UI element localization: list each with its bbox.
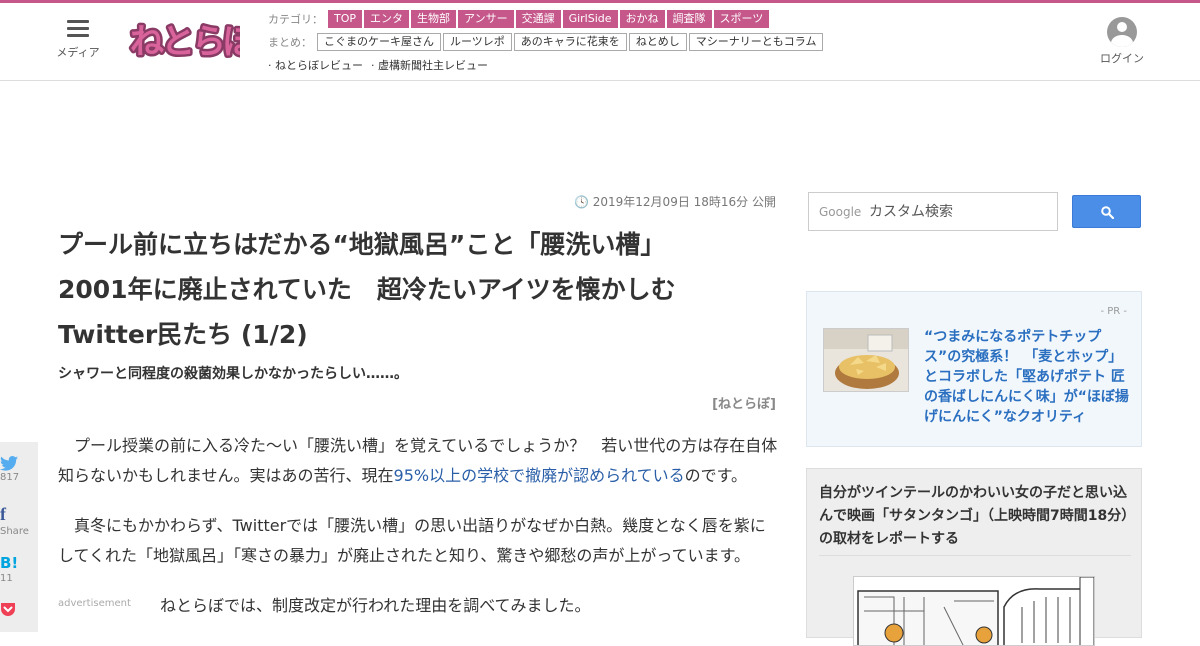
svg-text:ねとらぼ: ねとらぼ: [130, 22, 240, 62]
category-tab-4[interactable]: 交通課: [515, 10, 561, 28]
matome-link-3[interactable]: ねとめし: [628, 33, 687, 51]
advertisement-label: advertisement: [58, 598, 131, 609]
review-nav: · ねとらぼレビュー · 虚構新聞社主レビュー: [268, 57, 496, 73]
manga-thumbnail-image: [853, 576, 1095, 646]
media-menu-button[interactable]: メディア: [52, 20, 104, 60]
article-title: プール前に立ちはだかる“地獄風呂”こと「腰洗い槽」 2001年に廃止されていた …: [58, 230, 676, 349]
review-link-0[interactable]: · ねとらぼレビュー: [268, 57, 363, 73]
category-tab-2[interactable]: 生物部: [411, 10, 457, 28]
category-tab-6[interactable]: おかね: [619, 10, 665, 28]
login-button[interactable]: ログイン: [1098, 17, 1146, 66]
share-bar: 817 f Share B! 11: [0, 442, 38, 632]
facebook-share-button[interactable]: f Share: [0, 504, 38, 537]
category-tab-7[interactable]: 調査隊: [666, 10, 712, 28]
search-button[interactable]: [1072, 195, 1141, 228]
divider: [819, 555, 1131, 556]
facebook-icon: f: [0, 504, 6, 524]
site-header: メディア ねとらぼ ねとらぼ カテゴリ： TOP エンタ 生物部 アンサー 交通課 Girl…: [0, 3, 1200, 81]
category-tab-8[interactable]: スポーツ: [713, 10, 770, 28]
hamburger-icon: [67, 20, 89, 38]
matome-link-4[interactable]: マシーナリーともコラム: [688, 33, 824, 51]
paragraph-2: 真冬にもかかわらず、Twitterでは「腰洗い槽」の思い出語りがなぜか白熱。幾度…: [58, 516, 766, 565]
matome-link-2[interactable]: あのキャラに花束を: [513, 33, 627, 51]
site-logo[interactable]: ねとらぼ ねとらぼ: [128, 15, 240, 65]
matome-link-1[interactable]: ルーツレポ: [443, 33, 512, 51]
search-input[interactable]: [869, 201, 1049, 223]
user-avatar-icon: [1107, 17, 1137, 47]
article-source: [ねとらぼ]: [712, 397, 776, 412]
article-subtitle: シャワーと同程度の殺菌効果しかなかったらしい……。: [58, 366, 408, 382]
menu-label: メディア: [56, 46, 100, 59]
pr-headline[interactable]: “つまみになるポテトチップス”の究極系！ 「麦とホップ」とコラボした「堅あげポテ…: [924, 327, 1134, 427]
clock-icon: 🕓: [573, 195, 593, 209]
survey-link[interactable]: 95%以上の学校で撤廃が認められている: [394, 466, 685, 485]
hatena-icon: B!: [0, 554, 19, 572]
search-icon: [1101, 206, 1114, 219]
twitter-icon: [0, 456, 18, 471]
matome-link-0[interactable]: こぐまのケーキ屋さん: [317, 33, 441, 51]
review-link-1[interactable]: · 虚構新聞社主レビュー: [371, 57, 488, 73]
category-tab-3[interactable]: アンサー: [458, 10, 514, 28]
login-label: ログイン: [1100, 52, 1144, 65]
pocket-button[interactable]: [0, 602, 38, 617]
pr-card[interactable]: - PR - “つまみになるポテトチップス”の究極系！ 「麦とホップ」とコラボし…: [806, 291, 1142, 447]
matome-nav: まとめ： こぐまのケーキ屋さん ルーツレポ あのキャラに花束を ねとめし マシーナリーとも…: [268, 33, 825, 51]
category-tab-0[interactable]: TOP: [328, 10, 363, 28]
potato-chips-image: [823, 328, 909, 392]
paragraph-3: ねとらぼでは、制度改定が行われた理由を調べてみました。: [160, 596, 591, 615]
custom-search-box: Google: [808, 192, 1058, 231]
category-nav: カテゴリ： TOP エンタ 生物部 アンサー 交通課 GirlSide おかね 調査隊 スポーツ: [268, 10, 771, 28]
paragraph-1: プール授業の前に入る冷た～い「腰洗い槽」を覚えているでしょうか？ 若い世代の方は…: [58, 436, 778, 485]
hatena-bookmark-button[interactable]: B! 11: [0, 554, 38, 584]
google-brand: Google: [819, 205, 862, 219]
category-tab-1[interactable]: エンタ: [364, 10, 410, 28]
category-tab-5[interactable]: GirlSide: [562, 10, 618, 28]
pocket-icon: [1, 603, 15, 616]
pr-tag: - PR -: [1100, 306, 1127, 317]
twitter-share-button[interactable]: 817: [0, 456, 38, 483]
recommend-card[interactable]: 自分がツインテールのかわいい女の子だと思い込んで映画「サタンタンゴ」（上映時間7…: [806, 468, 1142, 646]
publish-date: 🕓 2019年12月09日 18時16分 公開: [573, 195, 776, 209]
recommend-headline[interactable]: 自分がツインテールのかわいい女の子だと思い込んで映画「サタンタンゴ」（上映時間7…: [819, 482, 1131, 551]
